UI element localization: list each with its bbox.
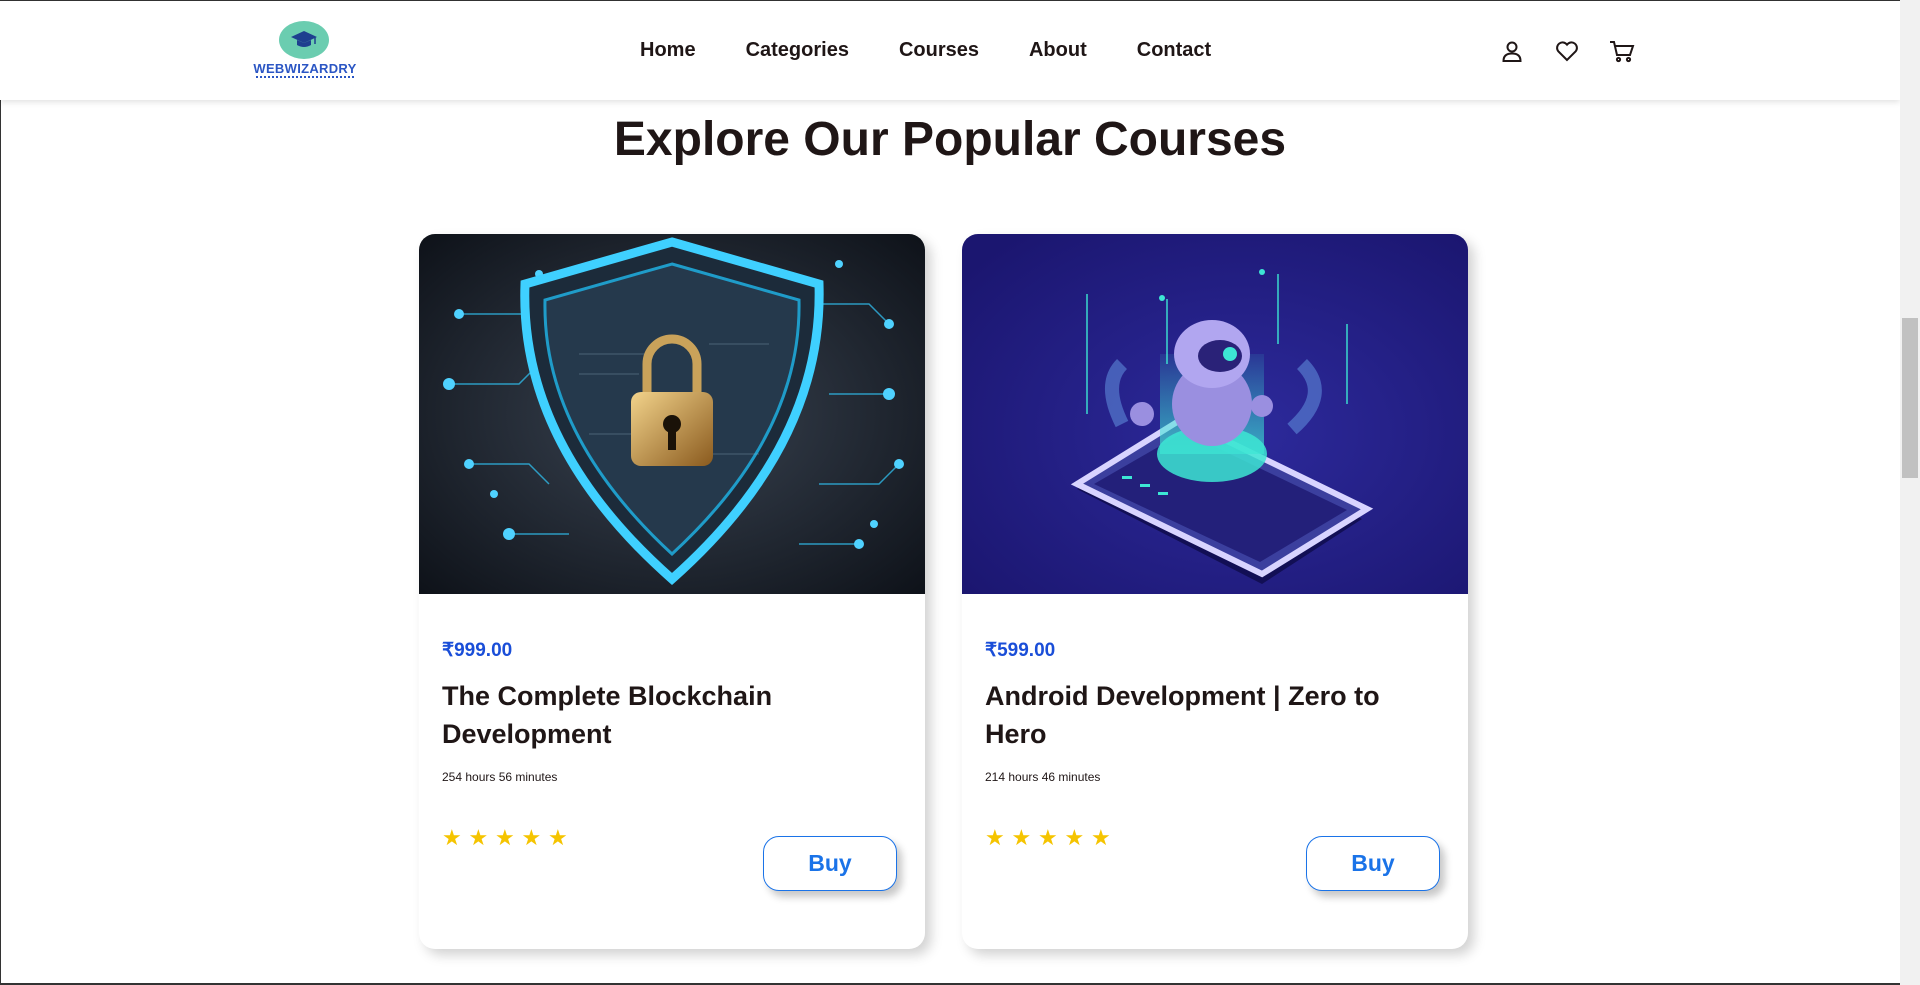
star-icon: ★	[1064, 825, 1085, 850]
nav-categories[interactable]: Categories	[746, 39, 849, 62]
cart-icon[interactable]	[1608, 37, 1636, 65]
star-icon: ★	[1011, 825, 1032, 850]
security-shield-illustration	[419, 234, 925, 594]
course-price: ₹999.00	[442, 640, 513, 661]
star-icon: ★	[495, 825, 515, 850]
star-icon: ★	[1038, 825, 1058, 850]
star-icon: ★	[442, 825, 462, 850]
header-actions	[1498, 37, 1663, 65]
course-title[interactable]: Android Development | Zero to Hero	[985, 677, 1445, 753]
user-icon[interactable]	[1498, 37, 1526, 65]
logo-brand: WEBWIZARDRY	[253, 61, 357, 76]
buy-button[interactable]: Buy	[1306, 836, 1440, 891]
course-title[interactable]: The Complete Blockchain Development	[442, 677, 902, 753]
logo-tagline	[256, 76, 354, 80]
star-icon: ★	[521, 825, 542, 850]
star-icon: ★	[985, 825, 1005, 850]
nav-courses[interactable]: Courses	[899, 39, 979, 62]
scrollbar[interactable]	[1900, 0, 1920, 985]
main-nav: Home Categories Courses About Contact	[640, 39, 1261, 62]
graduation-cap-icon	[291, 31, 317, 47]
course-duration: 254 hours 56 minutes	[442, 770, 558, 784]
site-header: WEBWIZARDRY Home Categories Courses Abou…	[0, 1, 1900, 100]
buy-button[interactable]: Buy	[763, 836, 897, 891]
nav-contact[interactable]: Contact	[1137, 39, 1211, 62]
rating-stars: ★ ★ ★ ★ ★	[985, 825, 1118, 850]
rating-stars: ★ ★ ★ ★ ★	[442, 825, 575, 850]
site-logo[interactable]: WEBWIZARDRY	[250, 19, 360, 85]
star-icon: ★	[548, 825, 568, 850]
nav-home[interactable]: Home	[640, 39, 696, 62]
course-card[interactable]: ₹599.00 Android Development | Zero to He…	[962, 234, 1468, 949]
nav-about[interactable]: About	[1029, 39, 1087, 62]
course-image	[962, 234, 1468, 594]
course-price: ₹599.00	[985, 640, 1056, 661]
heart-icon[interactable]	[1553, 37, 1581, 65]
android-robot-illustration	[962, 234, 1468, 594]
star-icon: ★	[1091, 825, 1111, 850]
scrollbar-thumb[interactable]	[1902, 318, 1918, 478]
course-card[interactable]: ₹999.00 The Complete Blockchain Developm…	[419, 234, 925, 949]
course-image	[419, 234, 925, 594]
course-duration: 214 hours 46 minutes	[985, 770, 1101, 784]
star-icon: ★	[468, 825, 489, 850]
section-title: Explore Our Popular Courses	[613, 113, 1287, 166]
